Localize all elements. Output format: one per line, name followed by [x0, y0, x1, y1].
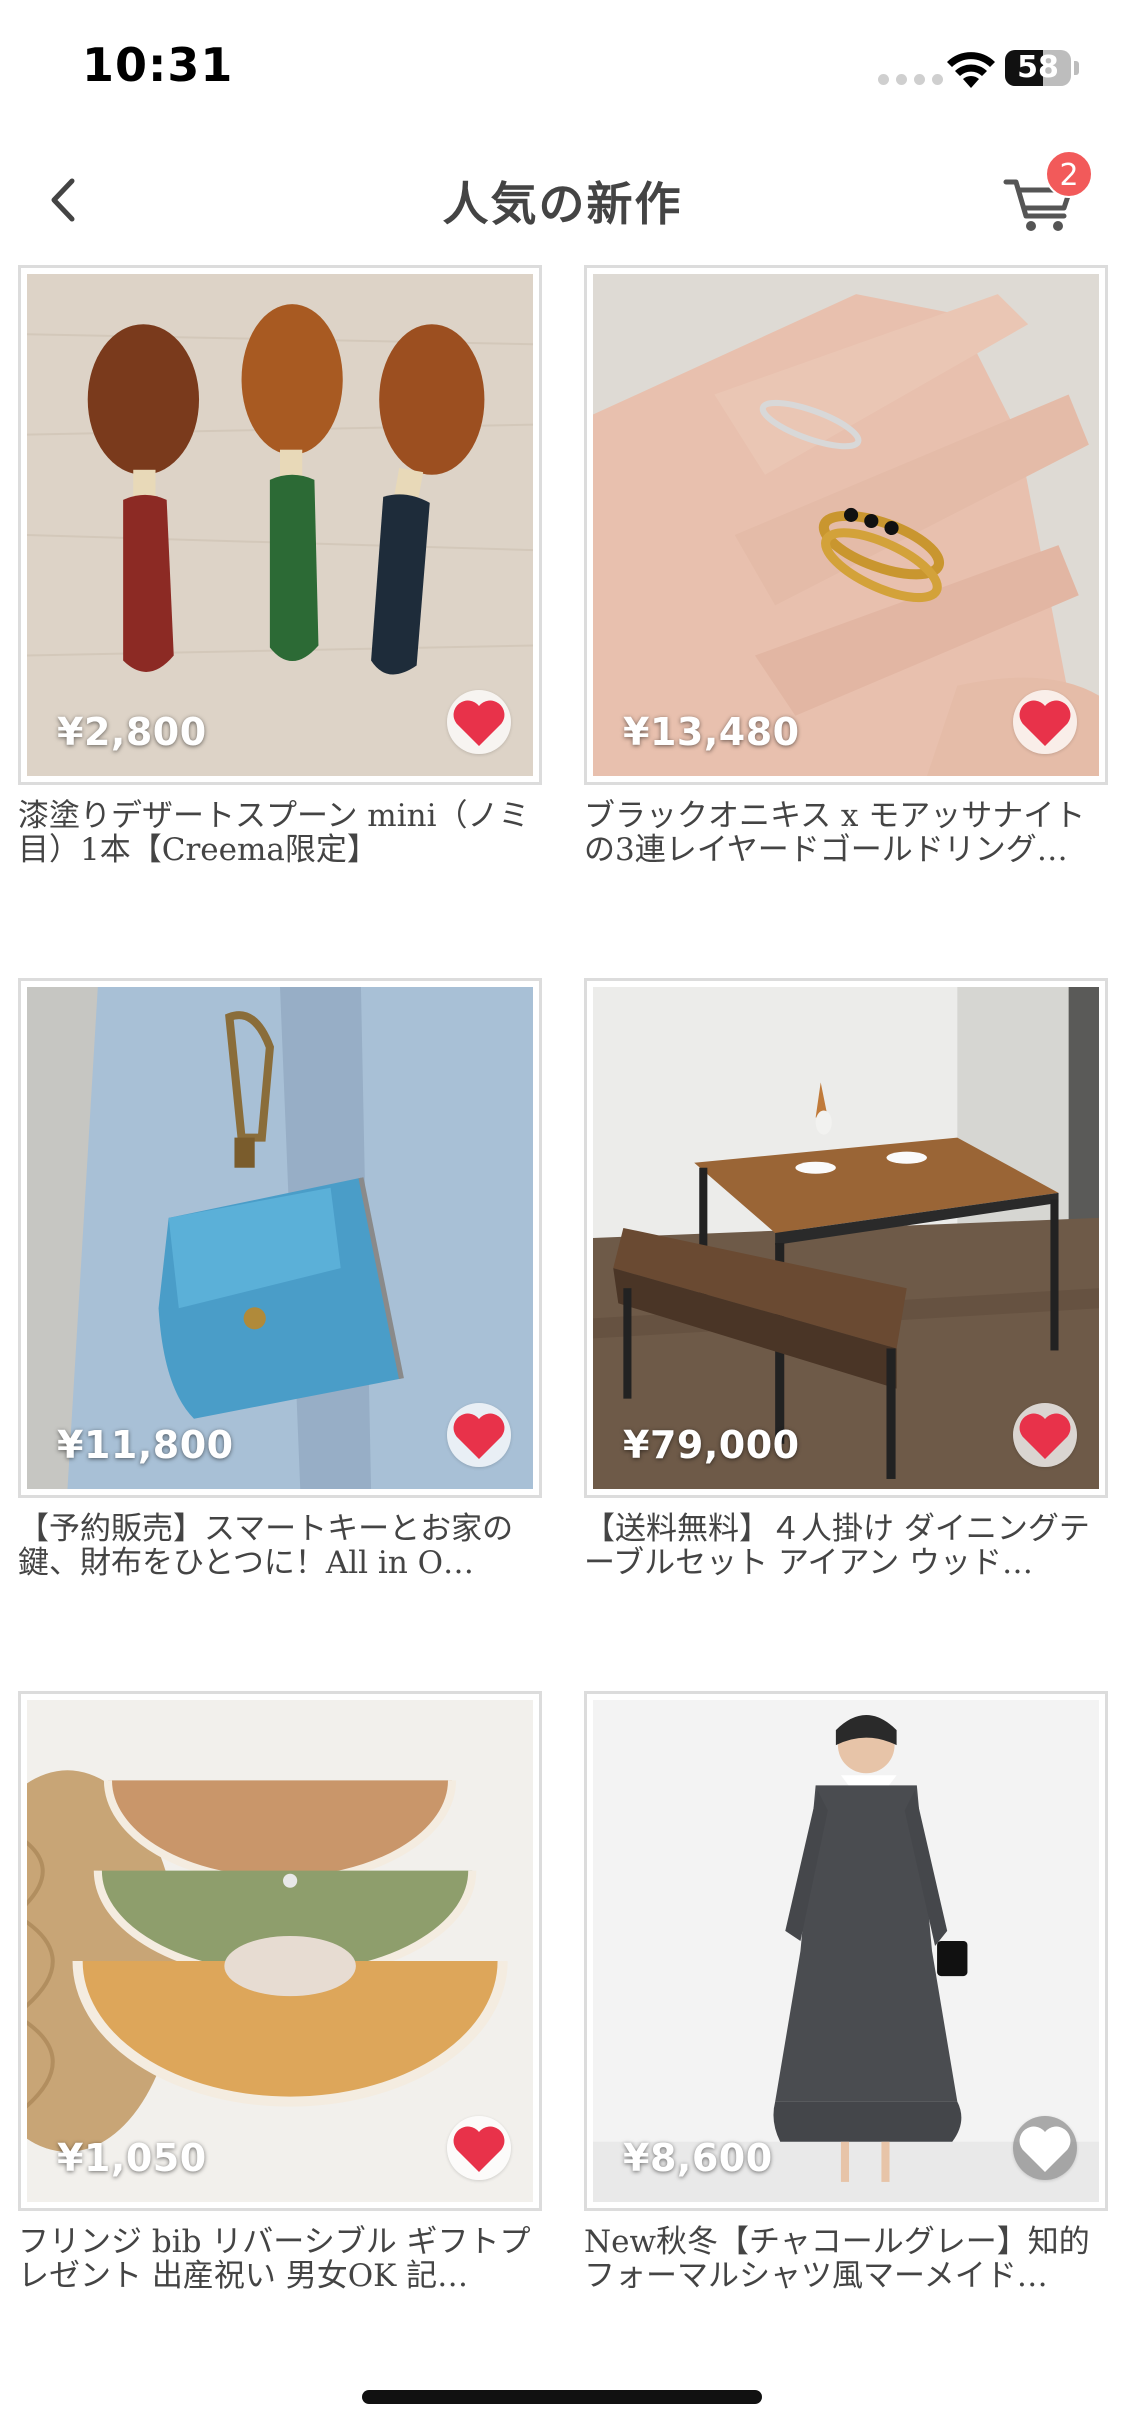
- favorite-button[interactable]: [447, 2116, 511, 2180]
- product-image[interactable]: ¥13,480: [584, 265, 1108, 785]
- battery-nub: [1074, 61, 1079, 75]
- product-image[interactable]: ¥2,800: [18, 265, 542, 785]
- product-image[interactable]: ¥1,050: [18, 1691, 542, 2211]
- product-image[interactable]: ¥11,800: [18, 978, 542, 1498]
- product-card[interactable]: ¥2,800 漆塗りデザートスプーン mini（ノミ目）1本【Creema限定】: [18, 265, 542, 978]
- product-price: ¥8,600: [623, 2136, 773, 2180]
- page-title: 人気の新作: [442, 177, 683, 231]
- favorite-button[interactable]: [1013, 2116, 1077, 2180]
- status-bar: 10:31 58: [0, 0, 1125, 140]
- nav-bar: 人気の新作: [0, 140, 1125, 260]
- product-price: ¥2,800: [57, 710, 207, 754]
- product-price: ¥11,800: [57, 1423, 234, 1467]
- home-indicator[interactable]: [362, 2390, 762, 2404]
- heart-icon: [453, 1413, 505, 1459]
- product-card[interactable]: ¥1,050 フリンジ bib リバーシブル ギフトプレゼント 出産祝い 男女O…: [18, 1691, 542, 2404]
- product-card[interactable]: ¥13,480 ブラックオニキス x モアッサナイトの3連レイヤードゴールドリン…: [584, 265, 1108, 978]
- product-card[interactable]: ¥79,000 【送料無料】４人掛け ダイニングテーブルセット アイアン ウッド…: [584, 978, 1108, 1691]
- product-title[interactable]: 【予約販売】スマートキーとお家の鍵、財布をひとつに！All in O…: [18, 1512, 542, 1580]
- heart-icon: [1019, 2126, 1071, 2172]
- product-title[interactable]: ブラックオニキス x モアッサナイトの3連レイヤードゴールドリング…: [584, 799, 1108, 867]
- heart-icon: [453, 2126, 505, 2172]
- favorite-button[interactable]: [1013, 690, 1077, 754]
- product-title[interactable]: 漆塗りデザートスプーン mini（ノミ目）1本【Creema限定】: [18, 799, 542, 867]
- product-card[interactable]: ¥11,800 【予約販売】スマートキーとお家の鍵、財布をひとつに！All in…: [18, 978, 542, 1691]
- wifi-icon: [947, 52, 995, 88]
- product-price: ¥13,480: [623, 710, 800, 754]
- signal-icon: [878, 74, 943, 85]
- product-title[interactable]: フリンジ bib リバーシブル ギフトプレゼント 出産祝い 男女OK 記…: [18, 2225, 542, 2293]
- heart-icon: [453, 700, 505, 746]
- favorite-button[interactable]: [447, 1403, 511, 1467]
- product-title[interactable]: 【送料無料】４人掛け ダイニングテーブルセット アイアン ウッド…: [584, 1512, 1108, 1580]
- status-time: 10:31: [82, 38, 234, 92]
- product-price: ¥79,000: [623, 1423, 800, 1467]
- favorite-button[interactable]: [1013, 1403, 1077, 1467]
- heart-icon: [1019, 700, 1071, 746]
- product-grid: ¥2,800 漆塗りデザートスプーン mini（ノミ目）1本【Creema限定】: [18, 265, 1108, 2404]
- product-title[interactable]: New秋冬【チャコールグレー】知的フォーマルシャツ風マーメイド…: [584, 2225, 1108, 2293]
- product-card[interactable]: ¥8,600 New秋冬【チャコールグレー】知的フォーマルシャツ風マーメイド…: [584, 1691, 1108, 2404]
- cart-badge: 2: [1045, 150, 1093, 198]
- battery-level: 58: [1017, 50, 1059, 85]
- product-image[interactable]: ¥79,000: [584, 978, 1108, 1498]
- battery-icon: 58: [1005, 50, 1071, 86]
- favorite-button[interactable]: [447, 690, 511, 754]
- heart-icon: [1019, 1413, 1071, 1459]
- product-price: ¥1,050: [57, 2136, 207, 2180]
- product-image[interactable]: ¥8,600: [584, 1691, 1108, 2211]
